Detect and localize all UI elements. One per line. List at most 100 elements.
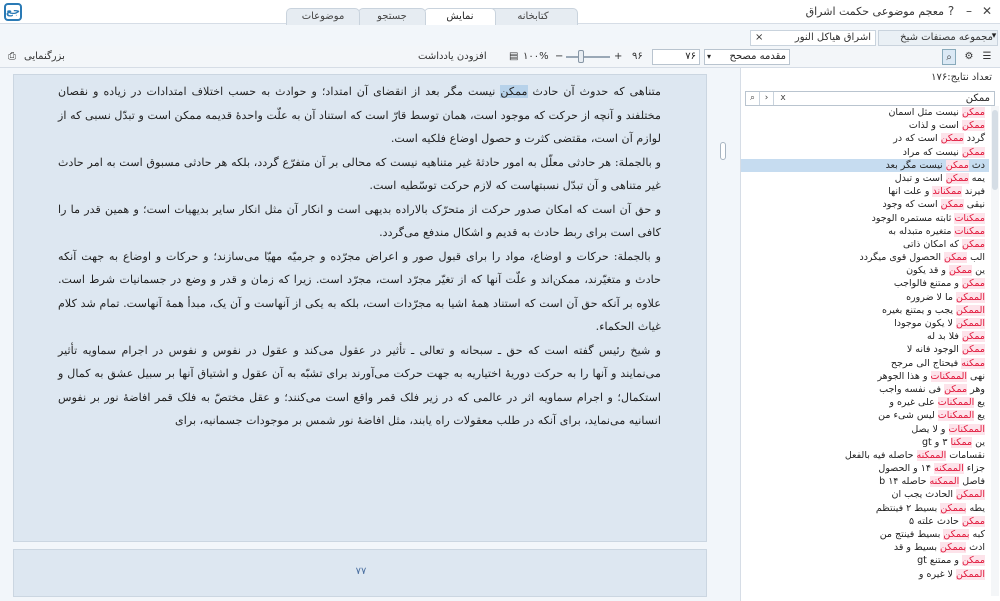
result-keyword: الممکنات: [948, 423, 985, 435]
result-context: و ممتنع gt: [917, 555, 962, 567]
list-item[interactable]: الممکن یجب و یمتنع بغیره: [741, 304, 989, 317]
search-icon[interactable]: ⌕: [746, 92, 760, 105]
result-keyword: الممکنات: [930, 370, 968, 382]
list-item[interactable]: کبه بممکن بسیط فینتج من: [741, 528, 989, 541]
results-list: ممکن نیست مثل اسمان ممکن است و لذات گردد م…: [741, 106, 989, 596]
list-item[interactable]: الممکن الحادث یجب ان: [741, 488, 989, 501]
paragraph: و حق آن است که امکان صدور حرکت از متحرّک…: [58, 202, 661, 240]
main-tabs: کتابخانه نمایش جستجو موضوعات: [0, 8, 1000, 25]
list-item[interactable]: ین ممکنا ۳ و gt: [741, 436, 989, 449]
reader-scrollbar-thumb[interactable]: [720, 142, 726, 160]
zoom-slider-track[interactable]: [566, 56, 610, 58]
section-select[interactable]: مقدمه مصحح ▾: [704, 49, 790, 65]
tab-display[interactable]: نمایش: [424, 8, 496, 25]
result-context: که امکان ذاتی: [902, 238, 962, 250]
result-context: یجب و یمتنع بغیره: [881, 304, 956, 316]
list-item[interactable]: یطه بممکن بسیط ۲ فینتظم: [741, 502, 989, 515]
list-item[interactable]: نهی الممکنات و هذا الجوهر: [741, 370, 989, 383]
zoom-out-button[interactable]: −: [555, 49, 563, 65]
result-keyword: ممکناند: [932, 186, 962, 198]
clear-search-icon[interactable]: x: [776, 92, 790, 105]
list-item[interactable]: الممکن لا یکون موجودا: [741, 317, 989, 330]
result-keyword: بممکن: [943, 529, 970, 540]
print-icon[interactable]: ⎙: [5, 49, 19, 65]
tab-topics[interactable]: موضوعات: [286, 8, 360, 25]
result-context: نیست مگر بعد: [885, 159, 946, 171]
search-input[interactable]: ممکن ⌕ ‹ x: [745, 91, 995, 106]
result-keyword: الممکن: [956, 304, 985, 316]
result-context: یطه: [966, 502, 985, 514]
result-context: یمه: [968, 172, 985, 184]
list-item[interactable]: الممکن ما لا ضروره: [741, 291, 989, 304]
result-context: است و لذات: [908, 120, 962, 132]
list-item[interactable]: گردد ممکن است که در: [741, 132, 989, 145]
list-item[interactable]: ممکن نیست که مراد: [741, 146, 989, 159]
list-item[interactable]: وهر ممکن فی نفسه واجب: [741, 383, 989, 396]
list-item[interactable]: ممکن فلا بد له: [741, 330, 989, 343]
list-item[interactable]: ادث بممکن بسیط و قد: [741, 541, 989, 554]
doctab-close-icon[interactable]: ×: [755, 31, 763, 45]
list-item[interactable]: ممکنه فیحتاج الی مرجح: [741, 357, 989, 370]
page-input[interactable]: ۷۶: [652, 49, 700, 65]
list-item[interactable]: یع الممکنات لیس شیء من: [741, 409, 989, 422]
list-item[interactable]: الممکن لا غیره و: [741, 568, 989, 581]
result-keyword: الممکن: [956, 568, 985, 580]
list-view-icon[interactable]: ☰: [980, 49, 994, 65]
result-keyword: الممکنه: [934, 463, 964, 475]
result-context: نقسامات: [946, 449, 985, 461]
list-item[interactable]: نیقی ممکن است که وجود: [741, 198, 989, 211]
result-keyword: ممکنا: [950, 436, 973, 448]
result-context: الوجود فانه لا: [906, 344, 962, 356]
result-context: بسیط و قد: [893, 542, 941, 554]
previous-icon[interactable]: ‹: [760, 92, 774, 105]
result-keyword: ممکن: [944, 252, 968, 264]
list-item[interactable]: دث ممکن نیست مگر بعد: [741, 158, 989, 172]
results-scrollbar-thumb[interactable]: [992, 110, 998, 190]
list-item[interactable]: الممکنات و لا یصل: [741, 423, 989, 436]
list-item[interactable]: یع الممکنات علی غیره و: [741, 396, 989, 409]
zoom-label: بزرگنمایی: [24, 51, 65, 62]
result-context: است که در: [893, 133, 941, 145]
add-note-button[interactable]: افزودن یادداشت: [418, 49, 487, 65]
list-item[interactable]: ممکن نیست مثل اسمان: [741, 106, 989, 119]
list-item[interactable]: ممکن حادث علته ۵: [741, 515, 989, 528]
list-item[interactable]: ممکن الوجود فانه لا: [741, 343, 989, 356]
result-context: بسیط ۲ فینتظم: [875, 502, 941, 514]
tab-search[interactable]: جستجو: [358, 8, 426, 25]
toolbar: ⎙ بزرگنمایی افزودن یادداشت ▤ ۱۰۰% − + ۹۶…: [0, 46, 1000, 68]
result-context: فی نفسه واجب: [879, 383, 945, 395]
zoom-in-button[interactable]: +: [614, 49, 622, 65]
list-item[interactable]: ممکن است و لذات: [741, 119, 989, 132]
list-item[interactable]: الب ممکن الحصول قوی میگردد: [741, 251, 989, 264]
reading-pane[interactable]: متناهی که حدوث آن حادث ممکن نیست مگر بعد…: [13, 74, 707, 542]
result-keyword: ممکن: [961, 515, 985, 527]
result-keyword: الممکنه: [916, 449, 947, 461]
tab-library[interactable]: کتابخانه: [488, 8, 578, 25]
list-item[interactable]: ین ممکن و قد یکون: [741, 264, 989, 277]
page-number: ۷۷: [355, 566, 367, 577]
chevron-down-icon[interactable]: ▾: [988, 31, 1000, 45]
doctab-collection[interactable]: مجموعه مصنفات شیخ اشراق: [878, 30, 998, 57]
list-item[interactable]: ممکن و ممتنع gt: [741, 554, 989, 567]
gear-icon[interactable]: ⚙: [962, 49, 976, 65]
paragraph: و بالجملة: حرکات و اوضاع، مواد را برای ق…: [58, 249, 661, 334]
result-context: حادث علته ۵: [909, 515, 962, 527]
list-item[interactable]: فیرند ممکناند و علت انها: [741, 185, 989, 198]
list-item[interactable]: ممکنات ثابته مستمره الوجود: [741, 212, 989, 225]
list-item[interactable]: فاصل الممکنه حاصله ۱۴ b: [741, 475, 989, 488]
list-item[interactable]: جزاء الممکنه ۱۴ و الحصول: [741, 462, 989, 475]
list-item[interactable]: ممکنات متغیره متبدله به: [741, 225, 989, 238]
results-scrollbar[interactable]: [991, 106, 999, 596]
list-item[interactable]: ممکن و ممتنع فالواجب: [741, 277, 989, 290]
doctab-hayakel[interactable]: اشراق هیاکل النور ×: [750, 30, 876, 46]
list-item[interactable]: ممکن که امکان ذاتی: [741, 238, 989, 251]
result-keyword: ممکنات: [954, 212, 985, 224]
paragraph: متناهی که حدوث آن حادث ممکن نیست مگر بعد…: [14, 75, 706, 151]
list-item[interactable]: یمه ممکن است و تبدل: [741, 172, 989, 185]
result-context: نهی: [967, 370, 985, 382]
zoom-slider-knob[interactable]: [578, 50, 584, 63]
reader-scrollbar[interactable]: [718, 74, 728, 596]
list-item[interactable]: نقسامات الممکنه حاصله فیه بالفعل: [741, 449, 989, 462]
search-icon[interactable]: ⌕: [942, 49, 956, 65]
note-icon[interactable]: ▤: [509, 49, 519, 65]
